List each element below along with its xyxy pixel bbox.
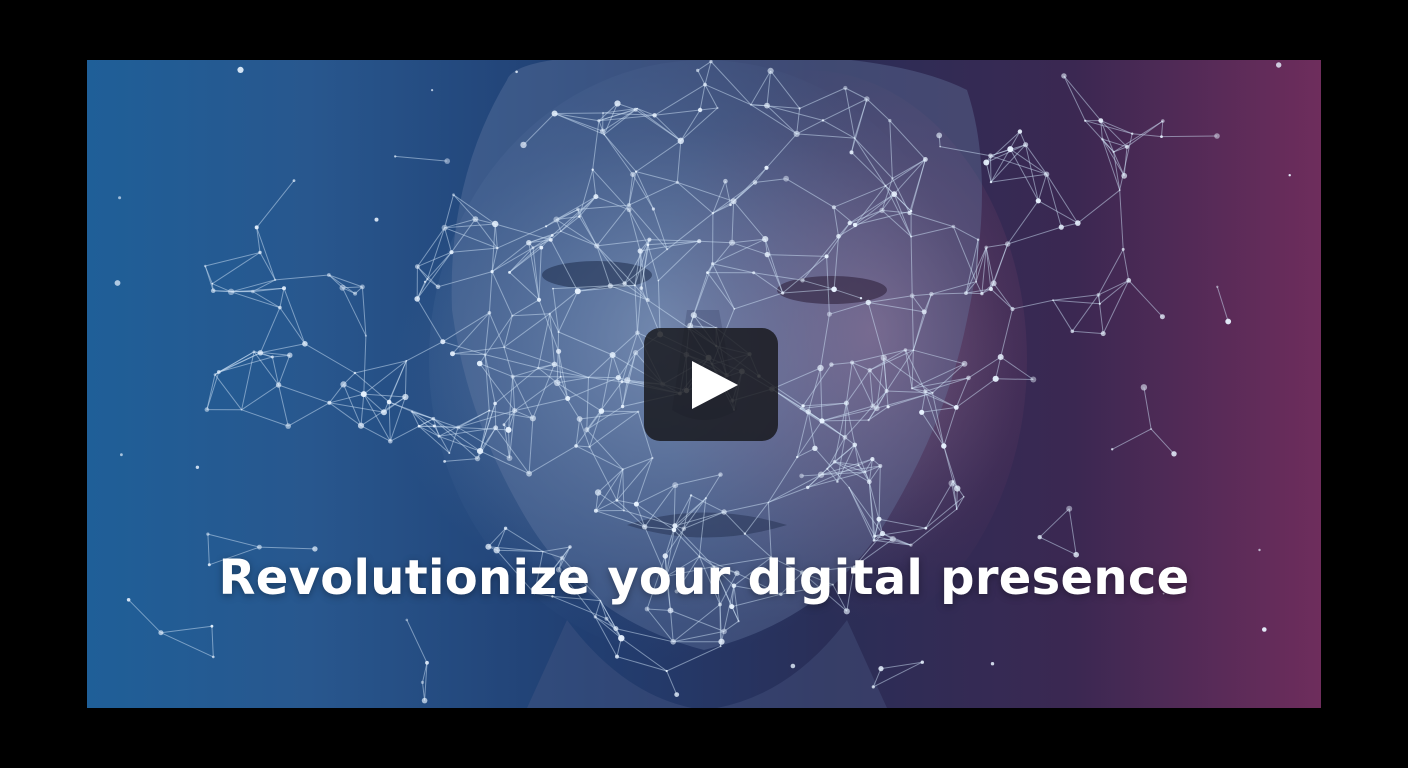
page: Revolutionize your digital presence [0, 0, 1408, 768]
play-icon [692, 360, 738, 409]
play-button[interactable] [644, 328, 778, 441]
video-headline: Revolutionize your digital presence [218, 550, 1190, 606]
video-player[interactable]: Revolutionize your digital presence [87, 60, 1321, 708]
